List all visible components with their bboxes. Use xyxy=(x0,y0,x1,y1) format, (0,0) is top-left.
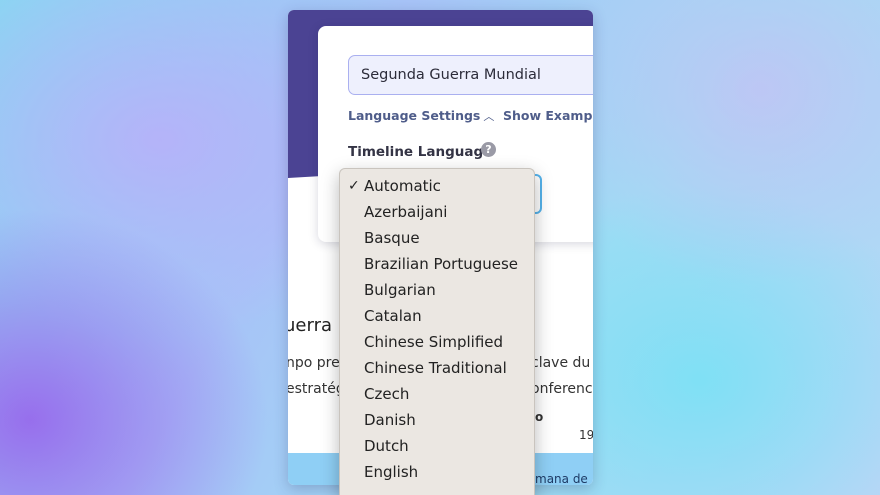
language-option-dutch[interactable]: Dutch xyxy=(340,433,534,459)
language-option-label: Basque xyxy=(364,229,420,247)
search-input[interactable]: Segunda Guerra Mundial xyxy=(348,55,593,95)
timeline-fragment: o xyxy=(535,410,544,424)
chevron-up-icon: ︿ xyxy=(483,110,495,123)
language-option-label: Dutch xyxy=(364,437,409,455)
language-option-label: Czech xyxy=(364,385,410,403)
language-dropdown-menu[interactable]: ✓ Automatic Azerbaijani Basque Brazilian Por… xyxy=(339,168,535,495)
language-option-label: Brazilian Portuguese xyxy=(364,255,519,273)
language-option-chinese-simplified[interactable]: Chinese Simplified xyxy=(340,329,534,355)
description-line-2-right: onferenci xyxy=(531,381,593,397)
bottom-bar-text: mana de xyxy=(535,472,588,485)
language-option-automatic[interactable]: ✓ Automatic xyxy=(340,173,534,199)
language-option-label: Chinese Simplified xyxy=(364,333,504,351)
language-option-danish[interactable]: Danish xyxy=(340,407,534,433)
language-option-label: English xyxy=(364,463,419,481)
language-option-label: Chinese Traditional xyxy=(364,359,507,377)
language-option-label: Catalan xyxy=(364,307,422,325)
show-examples-link[interactable]: Show Example xyxy=(503,108,593,123)
description-line-2-left: estratég xyxy=(288,381,345,397)
language-option-catalan[interactable]: Catalan xyxy=(340,303,534,329)
language-option-label: Automatic xyxy=(364,177,441,195)
language-settings-label: Language Settings xyxy=(348,108,481,123)
description-line-1-left: npo pre xyxy=(288,355,340,371)
language-option-bulgarian[interactable]: Bulgarian xyxy=(340,277,534,303)
language-option-czech[interactable]: Czech xyxy=(340,381,534,407)
language-option-brazilian-portuguese[interactable]: Brazilian Portuguese xyxy=(340,251,534,277)
language-option-azerbaijani[interactable]: Azerbaijani xyxy=(340,199,534,225)
language-option-label: Danish xyxy=(364,411,416,429)
timeline-language-label: Timeline Language xyxy=(348,144,493,160)
language-option-label: Bulgarian xyxy=(364,281,436,299)
description-line-1-right: clave du xyxy=(531,355,591,371)
timeline-title: uerra I xyxy=(288,315,344,336)
language-options-list: ✓ Automatic Azerbaijani Basque Brazilian Por… xyxy=(340,173,534,485)
checkmark-icon: ✓ xyxy=(348,178,360,194)
help-icon[interactable]: ? xyxy=(481,142,496,157)
timeline-year-fragment: 19 xyxy=(579,428,593,442)
language-option-chinese-traditional[interactable]: Chinese Traditional xyxy=(340,355,534,381)
language-settings-toggle[interactable]: Language Settings ︿ xyxy=(348,108,494,124)
language-option-label: Azerbaijani xyxy=(364,203,448,221)
language-option-basque[interactable]: Basque xyxy=(340,225,534,251)
language-option-english[interactable]: English xyxy=(340,459,534,485)
